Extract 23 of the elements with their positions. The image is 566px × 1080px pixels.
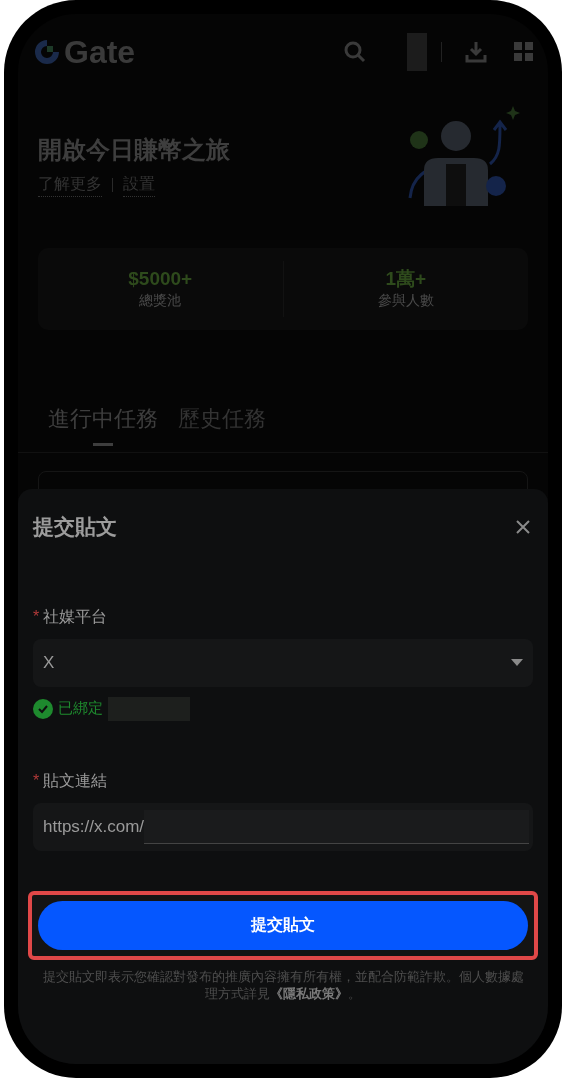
caret-icon bbox=[511, 658, 523, 667]
privacy-policy-link[interactable]: 《隱私政策》 bbox=[270, 985, 348, 1001]
disclaimer-text: 提交貼文即表示您確認對發布的推廣內容擁有所有權，並配合防範詐欺。個人數據處理方式詳見《隱私政策》。 bbox=[41, 967, 525, 1002]
platform-select[interactable]: X bbox=[33, 638, 533, 687]
field-label: 社媒平台 bbox=[43, 606, 108, 627]
link-value: https://x.com/ bbox=[43, 815, 145, 838]
grid-icon[interactable] bbox=[514, 42, 534, 62]
required-mark: * bbox=[33, 608, 40, 625]
stat-label: 總獎池 bbox=[139, 291, 182, 311]
stat-value: 1萬+ bbox=[385, 266, 427, 291]
search-icon[interactable] bbox=[343, 40, 367, 64]
download-icon[interactable] bbox=[464, 40, 488, 64]
submit-button[interactable]: 提交貼文 bbox=[38, 900, 528, 950]
required-mark: * bbox=[33, 772, 40, 789]
bound-status: 已綁定 bbox=[58, 698, 103, 719]
stat-label: 參與人數 bbox=[377, 291, 434, 311]
modal-title: 提交貼文 bbox=[33, 514, 117, 540]
stat-value: $5000+ bbox=[128, 266, 193, 291]
check-icon bbox=[33, 698, 53, 719]
field-label: 貼文連結 bbox=[43, 770, 108, 791]
logo-icon bbox=[32, 37, 62, 67]
link-field[interactable]: https://x.com/ bbox=[33, 802, 533, 851]
hero-title: 開啟今日賺幣之旅 bbox=[38, 135, 230, 165]
